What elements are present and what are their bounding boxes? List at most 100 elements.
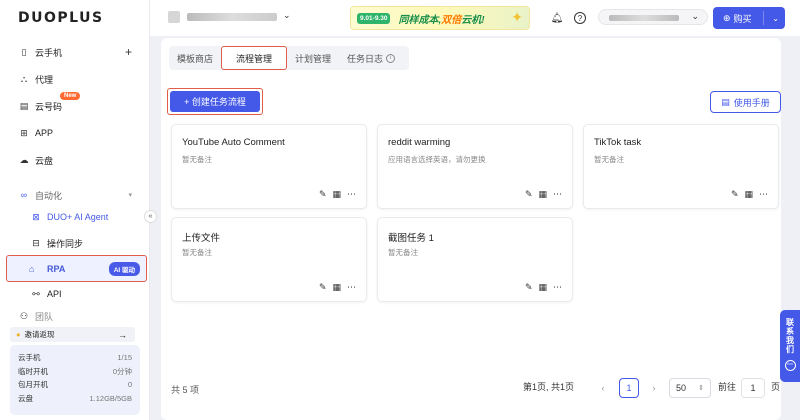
promo-decoration-icon: ✦ [511,9,523,25]
tab-label: 任务日志 [347,53,384,64]
sidebar-item-api[interactable]: ⚯ API [0,282,150,306]
divider [763,11,764,25]
sidebar-item-ai-agent[interactable]: ⊠ DUO+ AI Agent [0,205,150,229]
user-manual-button[interactable]: ▤ 使用手册 [710,91,781,113]
schedule-icon[interactable]: ▦ [332,189,341,200]
flow-card[interactable]: YouTube Auto Comment 暂无备注 ✎ ▦ ⋯ [171,124,367,209]
account-menu-redacted[interactable]: ⌄ [598,9,708,25]
sync-icon: ⊟ [32,237,40,248]
add-phone-icon[interactable]: + [125,45,132,59]
arrow-right-icon: → [118,329,127,340]
edit-icon[interactable]: ✎ [731,189,739,200]
sidebar-item-label: 操作同步 [47,238,84,249]
promo-banner[interactable]: 9.01-9.30 同样成本,双倍云机! ✦ [350,6,530,30]
sidebar-item-proxy[interactable]: ⛬ 代理 [0,67,150,91]
tab-plan-management[interactable]: 计划管理 [287,46,339,70]
ai-agent-icon: ⊠ [32,211,40,222]
api-icon: ⚯ [32,288,40,299]
sim-icon: ▤ [19,100,29,111]
chat-icon: ⋯ [784,360,796,371]
card-desc: 暂无备注 [182,155,212,164]
stat-value: 0 [127,380,132,390]
phone-icon: ▯ [21,46,27,57]
schedule-icon[interactable]: ▦ [538,282,547,293]
prev-page-button[interactable]: ‹ [594,378,612,398]
create-flow-highlight: + 创建任务流程 [167,88,263,115]
goto-suffix: 页 [771,382,781,392]
tab-task-log[interactable]: 任务日志 i [339,46,403,70]
sidebar-item-app[interactable]: ⊞ APP [0,121,150,145]
sidebar-item-team[interactable]: ⚇ 团队 [0,310,150,322]
chevron-down-icon[interactable]: ⌄ [283,10,291,21]
page-button-current[interactable]: 1 [619,378,639,398]
cloud-icon: ☁ [19,154,29,165]
sidebar: DUOPLUS ▯ 云手机 + ⛬ 代理 ▤ 云号码 New ⊞ APP ☁ 云… [0,0,150,420]
sidebar-group-automation[interactable]: ∞ 自动化 ▾ [0,183,150,207]
infinity-icon: ∞ [20,190,28,200]
card-desc: 暂无备注 [182,248,212,257]
flow-card[interactable]: reddit warming 应用语言选择英语，请勿更换 ✎ ▦ ⋯ [377,124,573,209]
card-title: YouTube Auto Comment [182,137,285,148]
card-desc: 暂无备注 [594,155,624,164]
card-title: reddit warming [388,137,451,148]
topbar: ⌄ 9.01-9.30 同样成本,双倍云机! ✦ 🔔︎ ? ⌄ ⊕ 购买 ⌄ [150,0,800,36]
bell-icon[interactable]: 🔔︎ [550,11,564,25]
flow-card[interactable]: 上传文件 暂无备注 ✎ ▦ ⋯ [171,217,367,302]
app-logo[interactable]: DUOPLUS [18,10,104,26]
more-icon[interactable]: ⋯ [759,189,768,200]
sidebar-item-cloud-number[interactable]: ▤ 云号码 New [0,92,150,118]
stat-label: 云盘 [18,393,33,403]
page-size-select[interactable]: 50 ⇕ [669,378,711,398]
promo-text-highlight: 双倍 [441,14,462,26]
more-icon[interactable]: ⋯ [347,189,356,200]
stat-value: 1/15 [117,353,132,363]
workspace-name-redacted[interactable] [187,13,277,21]
more-icon[interactable]: ⋯ [553,282,562,293]
tab-template-store[interactable]: 模板商店 [169,46,221,70]
flow-card[interactable]: 截图任务 1 暂无备注 ✎ ▦ ⋯ [377,217,573,302]
more-icon[interactable]: ⋯ [347,282,356,293]
schedule-icon[interactable]: ▦ [538,189,547,200]
sidebar-item-label: 云号码 [35,101,63,112]
contact-us-button[interactable]: 联系我们 ⋯ [780,310,800,382]
chevron-down-icon[interactable]: ⌄ [772,14,779,23]
main-content: 模板商店 流程管理 计划管理 任务日志 i + 创建任务流程 ▤ 使用手册 Yo… [161,38,781,420]
stat-value: 0分钟 [112,366,132,376]
tab-process-management[interactable]: 流程管理 [221,46,288,70]
stat-value: 1.12GB/5GB [89,393,132,403]
edit-icon[interactable]: ✎ [525,282,533,293]
manual-label: 使用手册 [733,97,770,108]
next-page-button[interactable]: › [645,378,663,398]
edit-icon[interactable]: ✎ [319,189,327,200]
chevron-down-icon: ▾ [128,192,132,199]
sidebar-item-label: RPA [47,263,66,274]
buy-label: 购买 [733,13,752,24]
invite-cashback-button[interactable]: ● 邀请返现 → [10,327,135,342]
sidebar-item-cloud-phone[interactable]: ▯ 云手机 + [0,40,150,64]
more-icon[interactable]: ⋯ [553,189,562,200]
buy-button[interactable]: ⊕ 购买 ⌄ [713,7,785,29]
flow-card[interactable]: TikTok task 暂无备注 ✎ ▦ ⋯ [583,124,779,209]
stat-label: 临时开机 [18,366,48,376]
proxy-icon: ⛬ [20,73,28,84]
collapse-sidebar-button[interactable]: « [144,210,157,223]
usage-stats-panel: 云手机 1/15 临时开机 0分钟 包月开机 0 云盘 1.12GB/5GB [10,345,140,415]
workspace-avatar[interactable] [168,11,180,23]
goto-prefix: 前往 [718,382,737,392]
schedule-icon[interactable]: ▦ [332,282,341,293]
promo-text: 同样成本,双倍云机! [398,11,484,26]
edit-icon[interactable]: ✎ [525,189,533,200]
schedule-icon[interactable]: ▦ [744,189,753,200]
sidebar-item-cloud-disk[interactable]: ☁ 云盘 [0,148,150,172]
card-title: 上传文件 [182,233,221,244]
goto-page-input[interactable]: 1 [741,378,765,398]
sidebar-item-sync[interactable]: ⊟ 操作同步 [0,231,150,255]
edit-icon[interactable]: ✎ [319,282,327,293]
sidebar-item-rpa[interactable]: ⌂ RPA AI 驱动 [6,255,147,282]
promo-text-prefix: 同样成本, [398,14,442,26]
stat-row: 临时开机 0分钟 [18,365,132,379]
document-icon: ▤ [721,96,730,107]
stat-label: 云手机 [18,353,41,363]
help-icon[interactable]: ? [574,12,586,24]
create-task-flow-button[interactable]: + 创建任务流程 [170,91,260,112]
